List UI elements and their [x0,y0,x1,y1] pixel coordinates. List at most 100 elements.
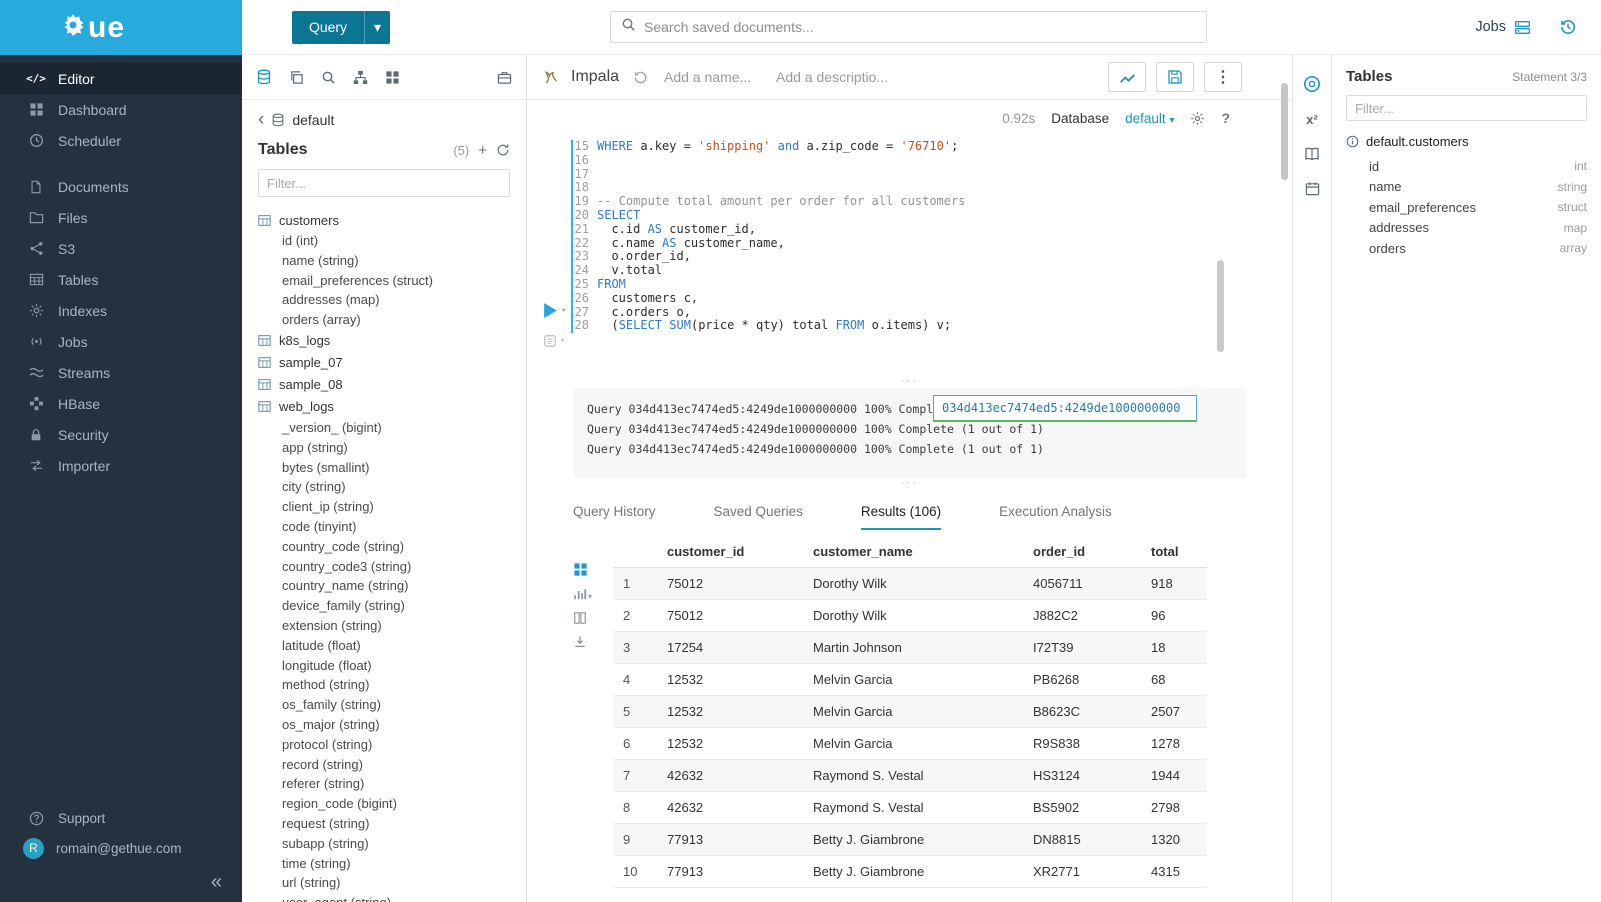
execute-caret-icon[interactable]: ▾ [561,306,566,316]
column-item[interactable]: addressesmap [1369,218,1587,239]
columns-icon[interactable] [573,611,587,625]
search-input[interactable] [644,19,1196,35]
sidebar-item-hbase[interactable]: HBase [0,388,242,419]
download-icon[interactable] [573,635,587,649]
refresh-icon[interactable] [496,143,510,157]
bar-chart-icon[interactable]: ▾ [573,587,592,601]
sidebar-item-user[interactable]: R romain@gethue.com [0,833,242,863]
column-item[interactable]: email_preferencesstruct [1369,197,1587,218]
database-icon[interactable] [256,69,272,85]
add-table-icon[interactable]: + [478,142,487,159]
jobs-link[interactable]: Jobs [1475,19,1531,36]
table-filter-input[interactable] [258,169,510,197]
superscript-icon[interactable]: x² [1306,112,1318,127]
column-tree-item[interactable]: city (string) [258,477,510,497]
table-tree-item[interactable]: sample_07 [258,352,510,374]
hue-logo[interactable]: ue [0,0,242,55]
editor-scrollbar[interactable] [1217,260,1224,352]
column-header[interactable]: total [1141,536,1207,568]
column-tree-item[interactable]: device_family (string) [258,596,510,616]
database-select[interactable]: default ▾ [1125,111,1174,126]
info-icon[interactable] [1346,135,1359,148]
sidebar-item-editor[interactable]: </>Editor [0,63,242,94]
tab-query-history[interactable]: Query History [573,504,656,530]
more-actions-button[interactable]: ⋮ [1204,62,1242,92]
sidebar-item-documents[interactable]: Documents [0,171,242,202]
column-header[interactable]: customer_id [657,536,803,568]
grid-icon[interactable] [573,562,588,577]
column-tree-item[interactable]: protocol (string) [258,735,510,755]
column-tree-item[interactable]: country_name (string) [258,576,510,596]
history-icon[interactable] [1559,18,1577,36]
query-name-input[interactable] [664,69,764,85]
editor-page-scrollbar[interactable] [1281,83,1288,180]
copy-icon[interactable] [289,70,304,85]
sidebar-item-importer[interactable]: Importer [0,450,242,481]
query-description-input[interactable] [776,69,894,85]
column-tree-item[interactable]: record (string) [258,755,510,775]
column-tree-item[interactable]: country_code (string) [258,537,510,557]
table-tree-item[interactable]: customers [258,209,510,231]
table-tree-item[interactable]: web_logs [258,396,510,418]
assist-circle-icon[interactable] [1303,75,1321,93]
sidebar-item-scheduler[interactable]: Scheduler [0,125,242,156]
sidebar-collapse-button[interactable]: « [0,863,242,896]
settings-gear-icon[interactable] [1190,111,1205,126]
column-tree-item[interactable]: extension (string) [258,616,510,636]
column-tree-item[interactable]: url (string) [258,873,510,893]
table-tree-item[interactable]: sample_08 [258,374,510,396]
tab-execution-analysis[interactable]: Execution Analysis [999,504,1112,530]
column-tree-item[interactable]: referer (string) [258,774,510,794]
query-id-link[interactable]: 034d413ec7474ed5:4249de1000000000 [933,395,1197,422]
editor-more-button[interactable]: ▾ [543,334,565,348]
column-tree-item[interactable]: region_code (bigint) [258,794,510,814]
tab-saved-queries[interactable]: Saved Queries [714,504,803,530]
sidebar-item-files[interactable]: Files [0,202,242,233]
column-tree-item[interactable]: _version_ (bigint) [258,418,510,438]
sidebar-item-support[interactable]: Support [0,803,242,833]
reload-query-icon[interactable] [633,70,648,85]
column-tree-item[interactable]: country_code3 (string) [258,557,510,577]
sidebar-item-jobs[interactable]: Jobs [0,326,242,357]
sidebar-item-indexes[interactable]: Indexes [0,295,242,326]
back-chevron-icon[interactable]: ‹ [258,114,264,126]
calendar-icon[interactable] [1305,181,1320,196]
help-icon[interactable]: ? [1221,110,1230,126]
briefcase-icon[interactable] [497,70,512,85]
column-tree-item[interactable]: client_ip (string) [258,497,510,517]
sidebar-item-s3[interactable]: S3 [0,233,242,264]
column-item[interactable]: ordersarray [1369,238,1587,259]
column-tree-item[interactable]: user_agent (string) [258,893,510,902]
column-item[interactable]: namestring [1369,177,1587,198]
tab-results-106[interactable]: Results (106) [861,504,941,530]
column-tree-item[interactable]: name (string) [258,251,510,271]
column-tree-item[interactable]: method (string) [258,675,510,695]
column-tree-item[interactable]: request (string) [258,814,510,834]
sidebar-item-tables[interactable]: Tables [0,264,242,295]
execute-button[interactable]: ▾ [543,302,566,319]
resize-grip-bottom[interactable]: ··· [527,478,1292,490]
column-tree-item[interactable]: subapp (string) [258,834,510,854]
column-tree-item[interactable]: longitude (float) [258,656,510,676]
column-header[interactable]: customer_name [803,536,1023,568]
right-panel-filter-input[interactable] [1346,95,1587,121]
column-tree-item[interactable]: time (string) [258,854,510,874]
resize-grip-top[interactable]: ··· [527,376,1292,388]
column-tree-item[interactable]: app (string) [258,438,510,458]
column-tree-item[interactable]: orders (array) [258,310,510,330]
query-button[interactable]: Query [292,11,364,44]
active-table-item[interactable]: default.customers [1346,134,1587,149]
column-tree-item[interactable]: code (tinyint) [258,517,510,537]
sidebar-item-streams[interactable]: Streams [0,357,242,388]
database-breadcrumb[interactable]: ‹ default [258,112,510,128]
column-tree-item[interactable]: addresses (map) [258,290,510,310]
sidebar-item-dashboard[interactable]: Dashboard [0,94,242,125]
column-tree-item[interactable]: latitude (float) [258,636,510,656]
column-tree-item[interactable]: email_preferences (struct) [258,271,510,291]
column-tree-item[interactable]: id (int) [258,231,510,251]
column-tree-item[interactable]: os_family (string) [258,695,510,715]
table-tree-item[interactable]: k8s_logs [258,330,510,352]
column-tree-item[interactable]: bytes (smallint) [258,458,510,478]
chart-button[interactable] [1108,62,1146,92]
query-dropdown-caret-icon[interactable]: ▾ [364,11,390,44]
